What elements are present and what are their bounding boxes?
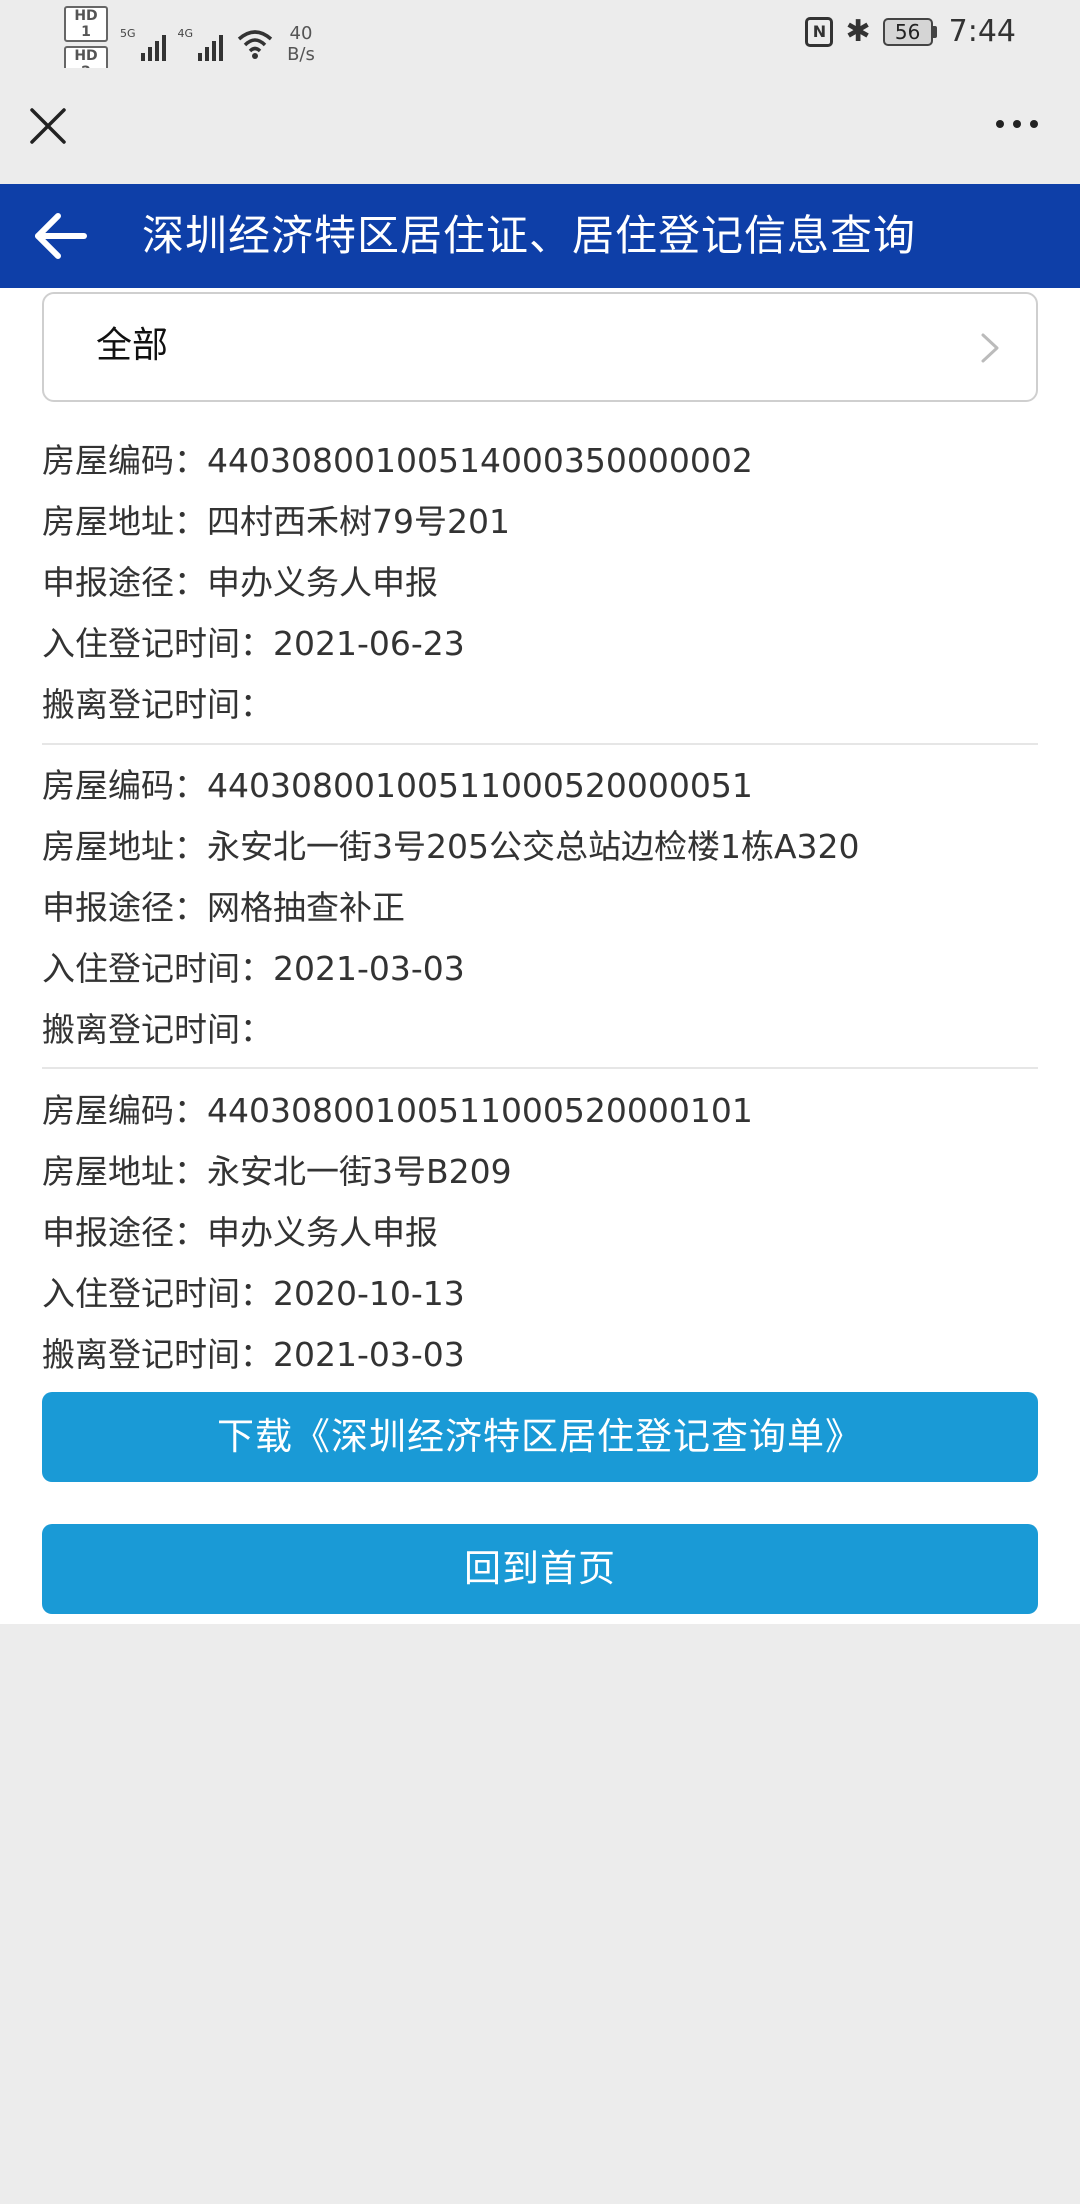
record-move-out-time: 搬离登记时间： (42, 1010, 273, 1049)
record-move-in-time: 入住登记时间：2021-06-23 (42, 624, 465, 663)
signal-4g-icon: 4G (178, 27, 224, 61)
record-house-address: 房屋地址：永安北一街3号B209 (42, 1152, 512, 1191)
nfc-icon: N (805, 16, 834, 47)
record-item: 房屋编码：44030800100514000350000002 房屋地址：四村西… (42, 430, 1038, 735)
close-icon[interactable] (28, 106, 68, 146)
status-time: 7:44 (948, 14, 1016, 49)
filter-selected-value: 全部 (96, 325, 169, 366)
net-speed-value: 40 (289, 23, 313, 44)
record-house-address: 房屋地址：永安北一街3号205公交总站边检楼1栋A320 (42, 827, 860, 866)
record-divider (42, 1067, 1038, 1069)
main-content: 全部 房屋编码：44030800100514000350000002 房屋地址：… (0, 288, 1080, 1624)
record-item: 房屋编码：44030800100511000520000051 房屋地址：永安北… (42, 755, 1038, 1060)
record-divider (42, 743, 1038, 745)
download-query-sheet-button[interactable]: 下载《深圳经济特区居住登记查询单》 (42, 1392, 1038, 1482)
battery-level: 56 (882, 17, 933, 46)
net-speed-unit: B/s (287, 44, 315, 65)
filter-select[interactable]: 全部 (42, 292, 1038, 402)
signal-4g-tag: 4G (177, 27, 194, 40)
record-report-channel: 申报途径：申办义务人申报 (42, 1213, 438, 1252)
record-house-code: 房屋编码：44030800100514000350000002 (42, 441, 753, 480)
wifi-icon (237, 30, 273, 59)
page-title: 深圳经济特区居住证、居住登记信息查询 (142, 211, 917, 260)
record-item: 房屋编码：44030800100511000520000101 房屋地址：永安北… (42, 1080, 1038, 1385)
record-report-channel: 申报途径：申办义务人申报 (42, 563, 438, 602)
bluetooth-icon: ✱ (845, 14, 871, 49)
title-bar: 深圳经济特区居住证、居住登记信息查询 (0, 184, 1080, 288)
record-house-code: 房屋编码：44030800100511000520000101 (42, 1091, 753, 1130)
record-move-out-time: 搬离登记时间： (42, 685, 273, 724)
battery-icon: 56 (882, 17, 937, 46)
hd-badge-1: HD 1 (64, 6, 108, 42)
record-house-code: 房屋编码：44030800100511000520000051 (42, 766, 753, 805)
signal-5g-tag: 5G (120, 27, 136, 40)
record-house-address: 房屋地址：四村西禾树79号201 (42, 502, 510, 541)
more-icon[interactable] (996, 120, 1038, 128)
record-move-out-time: 搬离登记时间：2021-03-03 (42, 1335, 465, 1374)
app-bar (0, 68, 1080, 184)
back-to-home-button[interactable]: 回到首页 (42, 1524, 1038, 1614)
back-arrow-icon[interactable] (32, 212, 88, 260)
signal-5g-icon: 5G (120, 27, 166, 61)
status-right: N ✱ 56 7:44 (805, 14, 1016, 49)
record-move-in-time: 入住登记时间：2021-03-03 (42, 949, 465, 988)
record-move-in-time: 入住登记时间：2020-10-13 (42, 1274, 465, 1313)
chevron-right-icon (981, 333, 999, 363)
net-speed: 40 B/s (287, 23, 315, 65)
record-report-channel: 申报途径：网格抽查补正 (42, 888, 405, 927)
status-bar: HD 1 HD 2 5G 4G 40 B/s N ✱ (0, 0, 1080, 82)
